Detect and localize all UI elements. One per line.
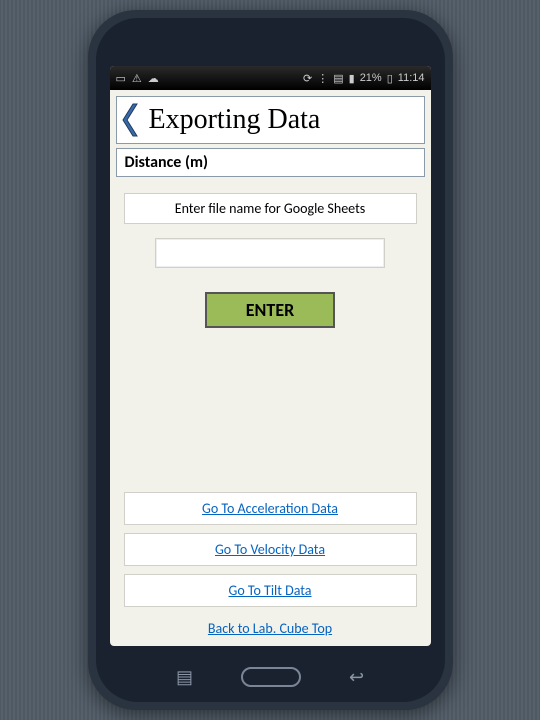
screen: ▭ ⚠ ☁ ⟳ ⋮ ▤ ▮ 21% ▯ 11:14 [110,66,431,646]
content-area: Enter file name for Google Sheets ENTER … [110,177,431,646]
battery-icon: ▭ [116,72,126,85]
back-hw-button[interactable]: ↩ [349,666,364,688]
clock: 11:14 [398,72,425,84]
phone-frame: SAMSUNG ▭ ⚠ ☁ ⟳ ⋮ ▤ ▮ 21% ▯ 11:14 [88,10,453,710]
cloud-icon: ☁ [148,72,159,85]
battery-pct: 21% [360,72,382,84]
link-tilt-text[interactable]: Go To Tilt Data [228,582,311,599]
link-back-top-text[interactable]: Back to Lab. Cube Top [208,620,332,637]
link-velocity-text[interactable]: Go To Velocity Data [215,541,325,558]
hardware-buttons: ▤ ↩ [96,666,445,688]
link-acceleration[interactable]: Go To Acceleration Data [124,492,417,525]
home-hw-button[interactable] [241,667,301,687]
link-velocity[interactable]: Go To Velocity Data [124,533,417,566]
filename-input[interactable] [155,238,385,268]
menu-hw-button[interactable]: ▤ [176,666,193,688]
link-acceleration-text[interactable]: Go To Acceleration Data [202,500,338,517]
sync-icon: ⟳ [303,72,312,85]
subtitle: Distance (m) [116,148,425,177]
filename-prompt: Enter file name for Google Sheets [124,193,417,224]
page-title: Exporting Data [149,104,321,136]
warning-icon: ⚠ [132,72,142,85]
link-back-top[interactable]: Back to Lab. Cube Top [124,615,417,640]
battery-small-icon: ▯ [387,72,393,85]
enter-button[interactable]: ENTER [205,292,335,328]
vibrate-icon: ▤ [333,72,343,85]
signal-icon: ▮ [349,72,355,85]
link-tilt[interactable]: Go To Tilt Data [124,574,417,607]
status-bar: ▭ ⚠ ☁ ⟳ ⋮ ▤ ▮ 21% ▯ 11:14 [110,66,431,90]
back-button[interactable] [121,102,143,138]
header: Exporting Data [116,96,425,144]
wifi-icon: ⋮ [317,72,328,85]
